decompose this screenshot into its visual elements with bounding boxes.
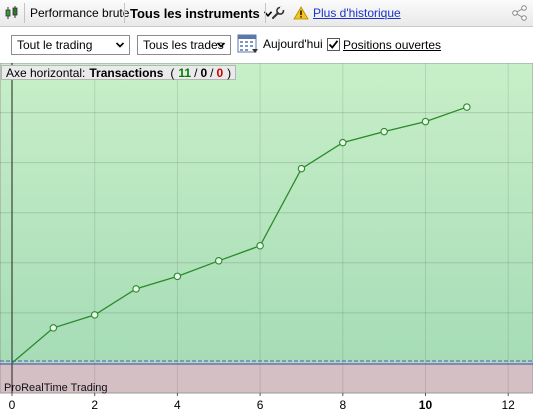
trading-select-value: Tout le trading [17,38,93,52]
count-open-paren: ( [170,65,175,80]
filters-bar: Tout le trading Tous les trades Aujourd'… [0,27,533,63]
instruments-label: Tous les instruments [130,5,260,21]
count-separator: / [194,65,198,80]
data-point [297,164,306,173]
x-tick-label: 0 [9,398,16,412]
axis-caption-prefix: Axe horizontal: [6,65,86,80]
count-neutral: 0 [200,65,208,80]
instruments-dropdown[interactable]: Tous les instruments [130,0,272,26]
more-history-link[interactable]: Plus d'historique [313,0,401,26]
x-tick-label: 12 [502,398,516,412]
count-close-paren: ) [227,65,232,80]
data-point [339,138,347,147]
performance-brute-label: Performance brute [30,6,130,20]
count-losing: 0 [216,65,224,80]
toolbar-separator [124,3,125,23]
data-point [214,257,223,265]
open-positions-label[interactable]: Positions ouvertes [343,38,441,52]
trades-select-value: Tous les trades [143,38,224,52]
chevron-down-icon [115,39,125,53]
data-point [49,324,58,332]
trading-select[interactable]: Tout le trading [11,35,130,55]
equity-chart-svg: 0 2 4 6 8 10 12 [0,62,533,412]
open-positions-checkbox[interactable] [327,38,340,51]
data-point [380,127,388,136]
more-history-label: Plus d'historique [313,6,401,20]
x-tick-label: 10 [419,398,433,412]
warning-icon [293,0,309,26]
data-point [421,117,430,126]
data-point [132,285,140,293]
wrench-icon[interactable] [271,0,285,26]
axis-caption-name: Transactions [89,65,164,80]
count-winning: 11 [178,65,192,80]
x-tick-label: 8 [339,398,346,412]
x-tick-label: 6 [257,398,264,412]
equity-chart: 0 2 4 6 8 10 12 Axe horizontal: Transactions (… [0,62,533,414]
x-tick-label: 2 [91,398,98,412]
data-point [256,242,264,250]
toolbar-separator [24,3,25,23]
x-axis: 0 2 4 6 8 10 12 [9,393,516,412]
data-point [90,311,99,319]
axis-caption: Axe horizontal: Transactions ( 11 / 0 / … [1,65,237,80]
toolbar: Performance brute Tous les instruments P… [0,0,533,27]
trades-select[interactable]: Tous les trades [137,35,231,55]
share-icon[interactable] [511,0,529,26]
candlestick-icon[interactable] [4,0,20,26]
data-point [173,272,182,281]
today-label[interactable]: Aujourd'hui [263,37,323,51]
calendar-icon[interactable] [237,32,259,57]
x-tick-label: 4 [174,398,181,412]
performance-brute-button[interactable]: Performance brute [30,0,129,26]
count-separator: / [210,65,214,80]
watermark: ProRealTime Trading [4,382,108,394]
toolbar-separator [265,3,266,23]
data-point [463,103,471,111]
checkmark-icon [328,40,339,49]
chevron-down-icon [216,39,226,53]
